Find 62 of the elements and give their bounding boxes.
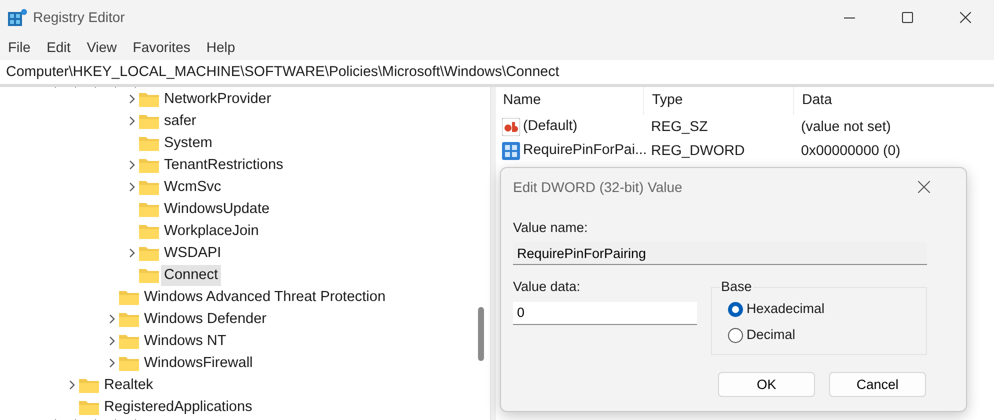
folder-icon	[139, 200, 159, 218]
folder-icon	[139, 244, 159, 262]
maximize-icon[interactable]	[902, 12, 912, 23]
tree-item[interactable]: WSDAPI	[161, 242, 224, 264]
value-data: (value not set)	[801, 118, 891, 135]
tree-item[interactable]: Windows NT	[141, 330, 230, 352]
radio-label: Hexadecimal	[746, 300, 825, 318]
folder-icon	[139, 222, 159, 240]
folder-icon	[119, 354, 139, 372]
tree-item[interactable]: WindowsFirewall	[141, 352, 256, 374]
string-value-icon	[502, 118, 520, 136]
folder-icon	[119, 332, 139, 350]
dialog-button[interactable]: OK	[718, 372, 815, 398]
tree-item[interactable]: WindowsUpdate	[161, 198, 273, 220]
field-label: Value data:	[513, 278, 582, 296]
menu-item[interactable]: Edit	[38, 35, 79, 60]
field-label: Value name:	[513, 219, 589, 237]
folder-icon	[139, 90, 159, 108]
folder-icon	[139, 112, 159, 130]
folder-icon	[139, 134, 159, 152]
app-icon	[8, 8, 27, 27]
tree-item[interactable]: RegisteredApplications	[101, 396, 256, 418]
value-type: REG_DWORD	[651, 142, 745, 159]
tree-item[interactable]: TenantRestrictions	[161, 154, 286, 176]
radio-label: Decimal	[746, 326, 796, 344]
dialog-button[interactable]: Cancel	[829, 372, 926, 398]
folder-icon	[119, 310, 139, 328]
column-header[interactable]: Type	[652, 90, 683, 112]
menu-item[interactable]: View	[78, 35, 125, 60]
tree-item[interactable]: System	[161, 132, 216, 154]
binary-value-icon	[502, 142, 520, 160]
menu-item[interactable]: Help	[198, 35, 244, 60]
column-header[interactable]: Data	[802, 90, 832, 112]
tree-item[interactable]: Windows Advanced Threat Protection	[141, 286, 389, 308]
tree-item[interactable]: NetworkProvider	[161, 88, 274, 110]
folder-icon	[139, 178, 159, 196]
tree-item[interactable]: safer	[161, 110, 200, 132]
menu-item[interactable]: Favorites	[124, 35, 198, 60]
close-icon[interactable]	[918, 181, 930, 193]
input-field[interactable]: 0	[513, 302, 697, 324]
tree-item[interactable]: Realtek	[101, 374, 156, 396]
tree-item[interactable]: WcmSvc	[161, 176, 224, 198]
tree-item[interactable]: WorkplaceJoin	[161, 220, 262, 242]
scrollbar-thumb[interactable]	[478, 307, 484, 361]
value-name[interactable]: (Default)	[523, 116, 578, 138]
folder-icon	[119, 288, 139, 306]
close-icon[interactable]	[960, 12, 970, 23]
value-type: REG_SZ	[651, 118, 708, 135]
dialog-title: Edit DWORD (32-bit) Value	[513, 178, 682, 197]
folder-icon	[79, 398, 99, 416]
radio-button[interactable]	[728, 302, 743, 317]
menu-item[interactable]: File	[0, 35, 39, 60]
tree-item[interactable]: Connect	[161, 264, 222, 286]
value-data: 0x00000000 (0)	[801, 142, 900, 159]
column-header[interactable]: Name	[503, 90, 541, 112]
folder-icon	[139, 156, 159, 174]
folder-icon	[139, 266, 159, 284]
radio-button[interactable]	[728, 328, 743, 343]
folder-icon	[79, 376, 99, 394]
tree-item[interactable]: Windows Defender	[141, 308, 270, 330]
value-name[interactable]: RequirePinForPai...	[523, 140, 647, 162]
window-title: Registry Editor	[33, 8, 125, 27]
